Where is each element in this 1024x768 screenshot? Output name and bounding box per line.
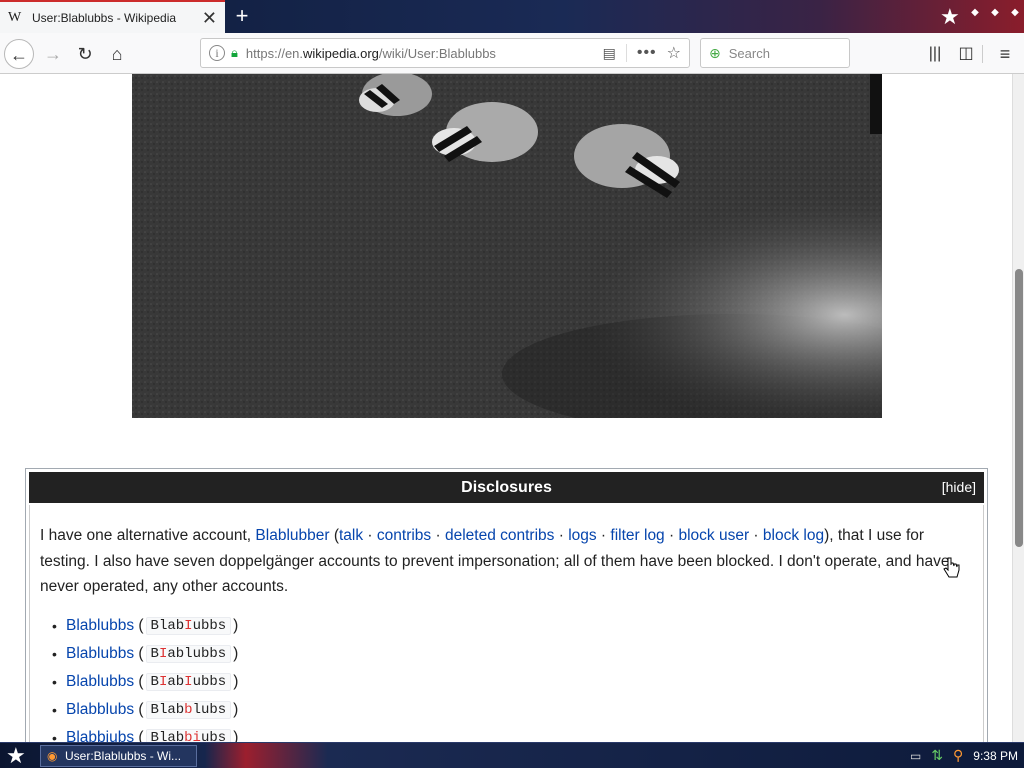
account-link[interactable]: Blablubbs (66, 673, 134, 691)
alt-account-link[interactable]: Blablubber (255, 527, 329, 544)
badger-photo[interactable] (132, 74, 882, 418)
talk-link[interactable]: talk (339, 527, 363, 544)
window-controls: ◆ ◆ ◆ (968, 6, 1022, 20)
disclosures-header: Disclosures [hide] (29, 472, 984, 503)
bullet-icon: • (52, 730, 57, 742)
link-separator: · (431, 527, 445, 544)
bullet-icon: • (52, 617, 57, 634)
url-separator (625, 44, 627, 62)
bullet-icon: • (52, 702, 57, 719)
badger-1 (359, 74, 432, 116)
search-input[interactable]: ⊕ Search (700, 38, 850, 68)
minimize-button[interactable]: ◆ (968, 6, 982, 20)
account-code: Blabbiubs (145, 729, 232, 742)
link-separator: · (363, 527, 377, 544)
block-log-link[interactable]: block log (763, 527, 824, 544)
taskbar-firefox-item[interactable]: ◉ User:Blablubbs - Wi... (40, 745, 197, 767)
account-code: BIabIubbs (145, 672, 232, 691)
new-tab-button[interactable]: + (230, 4, 254, 28)
account-code: BIablubbs (145, 644, 232, 663)
deleted-contribs-link[interactable]: deleted contribs (445, 527, 554, 544)
contribs-link[interactable]: contribs (377, 527, 431, 544)
link-separator: · (664, 527, 679, 544)
vertical-scrollbar[interactable] (1012, 74, 1024, 742)
taskbar: ★ ◉ User:Blablubbs - Wi... ▭ ⇅ ⚲ 9:38 PM (0, 742, 1024, 768)
back-button[interactable]: ← (4, 39, 34, 69)
link-separator: · (596, 527, 611, 544)
library-button[interactable]: ||| (920, 39, 950, 69)
bullet-icon: • (52, 673, 57, 690)
tab-active[interactable]: W User:Blablubbs - Wikipedia ✕ (0, 0, 225, 33)
system-tray: ▭ ⇅ ⚲ 9:38 PM (910, 747, 1018, 764)
account-link[interactable]: Blabbiubs (66, 729, 134, 742)
scrollbar-thumb[interactable] (1015, 269, 1023, 547)
badger-photo-svg (132, 74, 882, 418)
list-item: • Blablubbs (BlabIubbs) (52, 616, 239, 635)
nav-toolbar: ← → ↻ ⌂ i 🔒︎ https://en.wikipedia.org/wi… (0, 33, 1024, 74)
reload-button[interactable]: ↻ (70, 39, 100, 69)
link-separator: · (554, 527, 569, 544)
page-content: Disclosures [hide] I have one alternativ… (0, 74, 1012, 742)
block-user-link[interactable]: block user (678, 527, 749, 544)
doppelganger-account-list: • Blablubbs (BlabIubbs) • Blablubbs (BIa… (52, 612, 973, 742)
list-item: • Blabbiubs (Blabbiubs) (52, 724, 973, 742)
disclosures-body: I have one alternative account, Blablubb… (29, 505, 984, 742)
home-button[interactable]: ⌂ (102, 39, 132, 69)
hide-toggle-link[interactable]: [hide] (942, 472, 976, 503)
page-actions-icon[interactable]: ••• (637, 44, 657, 62)
close-window-button[interactable]: ◆ (1008, 6, 1022, 20)
hamburger-menu-button[interactable]: ≡ (990, 39, 1020, 69)
search-icon: ⊕ (709, 44, 721, 61)
bullet-icon: • (52, 645, 57, 662)
info-icon[interactable]: i (209, 45, 225, 61)
bookmark-star-icon[interactable]: ☆ (667, 43, 681, 63)
wikipedia-favicon-icon: W (8, 9, 22, 25)
keyboard-icon[interactable]: ▭ (910, 749, 921, 763)
disclosures-paragraph: I have one alternative account, Blablubb… (40, 523, 973, 600)
account-code: BlabIubbs (145, 616, 232, 635)
account-link[interactable]: Blabblubs (66, 701, 134, 719)
disclosures-box: Disclosures [hide] I have one alternativ… (25, 468, 988, 742)
tab-title: User:Blablubbs - Wikipedia (31, 10, 177, 25)
tab-strip: W User:Blablubbs - Wikipedia ✕ + ★ ◆ ◆ ◆ (0, 0, 1024, 33)
close-tab-icon[interactable]: ✕ (202, 9, 217, 27)
account-link[interactable]: Blablubbs (66, 645, 134, 663)
url-bar[interactable]: i 🔒︎ https://en.wikipedia.org/wiki/User:… (200, 38, 690, 68)
network-icon[interactable]: ⇅ (931, 747, 943, 764)
link-separator: · (749, 527, 763, 544)
list-item: • Blablubbs (BIablubbs) (52, 644, 239, 663)
task-label: User:Blablubbs - Wi... (65, 749, 182, 763)
account-link[interactable]: Blablubbs (66, 617, 134, 635)
start-button[interactable]: ★ (6, 744, 26, 768)
toolbar-separator (982, 45, 983, 63)
search-tray-icon[interactable]: ⚲ (953, 747, 963, 764)
para-start-text: I have one alternative account, (40, 527, 256, 544)
disclosures-title: Disclosures (461, 479, 552, 496)
reader-view-icon[interactable]: ▤ (603, 45, 616, 62)
clock[interactable]: 9:38 PM (973, 749, 1018, 763)
star-logo-icon: ★ (940, 4, 960, 29)
search-placeholder: Search (728, 45, 770, 61)
forward-button[interactable]: → (38, 39, 68, 69)
filter-log-link[interactable]: filter log (610, 527, 664, 544)
sidebar-button[interactable]: ◫ (951, 39, 981, 69)
list-item: • Blabblubs (Blabblubs) (52, 701, 239, 720)
firefox-icon: ◉ (47, 749, 58, 763)
logs-link[interactable]: logs (568, 527, 596, 544)
lock-icon[interactable]: 🔒︎ (231, 45, 238, 61)
paren-open: ( (329, 527, 339, 544)
maximize-button[interactable]: ◆ (988, 6, 1002, 20)
account-code: Blabblubs (145, 701, 232, 720)
list-item: • Blablubbs (BIabIubbs) (52, 672, 239, 691)
url-text[interactable]: https://en.wikipedia.org/wiki/User:Blabl… (246, 46, 496, 61)
hand-cursor-icon (943, 557, 960, 578)
